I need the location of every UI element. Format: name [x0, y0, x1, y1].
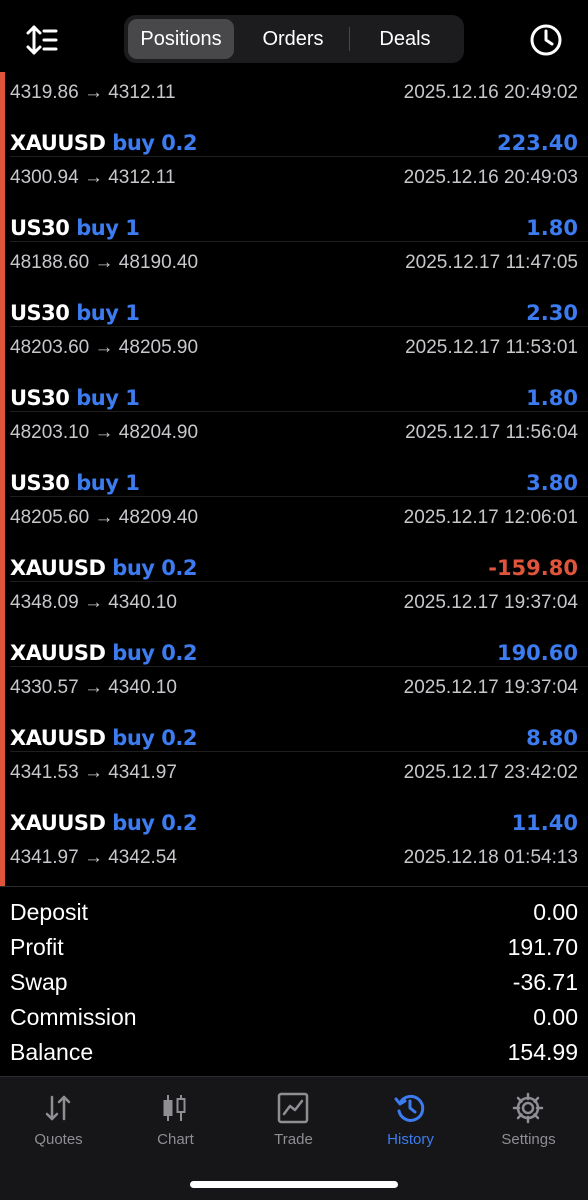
deal-profit: -159.80	[488, 556, 578, 580]
deal-time: 2025.12.18 01:54:13	[403, 847, 578, 868]
deal-profit: 2.30	[526, 301, 578, 325]
tab-positions[interactable]: Positions	[128, 19, 234, 59]
deal-symbol: US30 buy 1	[10, 386, 140, 410]
deal-row[interactable]: US30 buy 1 2.30 48203.60 → 48205.90 2025…	[0, 242, 588, 358]
sort-icon[interactable]	[22, 22, 62, 58]
deals-list[interactable]: 4319.86 → 4312.11 2025.12.16 20:49:02 XA…	[0, 72, 588, 886]
summary-row-balance: Balance 154.99	[0, 1035, 588, 1070]
deal-row[interactable]: XAUUSD buy 0.2 11.40 4341.97 → 4342.54 2…	[0, 752, 588, 868]
summary-row-commission: Commission 0.00	[0, 1000, 588, 1035]
summary-value: 154.99	[507, 1039, 578, 1065]
deal-symbol: US30 buy 1	[10, 301, 140, 325]
deal-profit: 3.80	[526, 471, 578, 495]
summary-value: 0.00	[533, 899, 578, 925]
deal-symbol: XAUUSD buy 0.2	[10, 811, 197, 835]
deal-prices: 4341.97 → 4342.54	[10, 847, 177, 868]
deal-symbol: XAUUSD buy 0.2	[10, 641, 197, 665]
settings-icon	[511, 1091, 545, 1125]
tab-history[interactable]: History	[352, 1087, 469, 1157]
deal-row[interactable]: XAUUSD buy 0.2 223.40 4300.94 → 4312.11 …	[0, 72, 588, 188]
deal-profit: 190.60	[496, 641, 578, 665]
home-indicator	[190, 1181, 398, 1188]
tab-chart[interactable]: Chart	[117, 1087, 234, 1157]
account-summary: Deposit 0.00 Profit 191.70 Swap -36.71 C…	[0, 886, 588, 1076]
summary-label: Commission	[10, 1004, 137, 1030]
summary-label: Profit	[10, 934, 64, 960]
tab-orders[interactable]: Orders	[238, 19, 348, 59]
tab-label: Trade	[274, 1131, 313, 1148]
trade-icon	[276, 1091, 310, 1125]
summary-row-swap: Swap -36.71	[0, 965, 588, 1000]
deal-profit: 8.80	[526, 726, 578, 750]
tab-deals[interactable]: Deals	[350, 19, 460, 59]
deal-row[interactable]: US30 buy 1 3.80 48205.60 → 48209.40 2025…	[0, 412, 588, 528]
chart-icon	[158, 1091, 192, 1125]
deal-row[interactable]: XAUUSD buy 0.2 -159.80 4348.09 → 4340.10…	[0, 497, 588, 613]
deal-profit: 1.80	[526, 216, 578, 240]
tab-trade[interactable]: Trade	[235, 1087, 352, 1157]
summary-label: Swap	[10, 969, 68, 995]
deal-profit: 11.40	[511, 811, 578, 835]
quotes-icon	[41, 1091, 75, 1125]
deal-symbol: XAUUSD buy 0.2	[10, 726, 197, 750]
tab-label: Chart	[157, 1131, 194, 1148]
segmented-control: Positions Orders Deals	[124, 15, 464, 63]
tab-label: Settings	[501, 1131, 556, 1148]
tab-quotes[interactable]: Quotes	[0, 1087, 117, 1157]
deal-profit: 1.80	[526, 386, 578, 410]
deal-symbol: XAUUSD buy 0.2	[10, 556, 197, 580]
deal-symbol: US30 buy 1	[10, 216, 140, 240]
summary-label: Balance	[10, 1039, 94, 1065]
summary-value: 191.70	[507, 934, 578, 960]
deal-row[interactable]: US30 buy 1 1.80 48203.10 → 48204.90 2025…	[0, 327, 588, 443]
summary-label: Deposit	[10, 899, 88, 925]
top-bar: Positions Orders Deals	[0, 0, 588, 72]
tab-settings[interactable]: Settings	[470, 1087, 587, 1157]
summary-row-profit: Profit 191.70	[0, 930, 588, 965]
deal-symbol: US30 buy 1	[10, 471, 140, 495]
clock-icon[interactable]	[526, 20, 566, 60]
tab-label: Quotes	[34, 1131, 83, 1148]
deal-profit: 223.40	[496, 131, 578, 155]
history-icon	[393, 1091, 427, 1125]
deal-row[interactable]: US30 buy 1 1.80 48188.60 → 48190.40 2025…	[0, 157, 588, 273]
deal-row[interactable]: XAUUSD buy 0.2 8.80 4341.53 → 4341.97 20…	[0, 667, 588, 783]
tab-label: History	[387, 1131, 434, 1148]
deal-symbol: XAUUSD buy 0.2	[10, 131, 197, 155]
summary-value: 0.00	[533, 1004, 578, 1030]
summary-value: -36.71	[512, 969, 578, 995]
deal-row[interactable]: XAUUSD buy 0.2 190.60 4330.57 → 4340.10 …	[0, 582, 588, 698]
bottom-tab-bar: Quotes Chart Trade History Settings	[0, 1076, 588, 1200]
summary-row-deposit: Deposit 0.00	[0, 895, 588, 930]
